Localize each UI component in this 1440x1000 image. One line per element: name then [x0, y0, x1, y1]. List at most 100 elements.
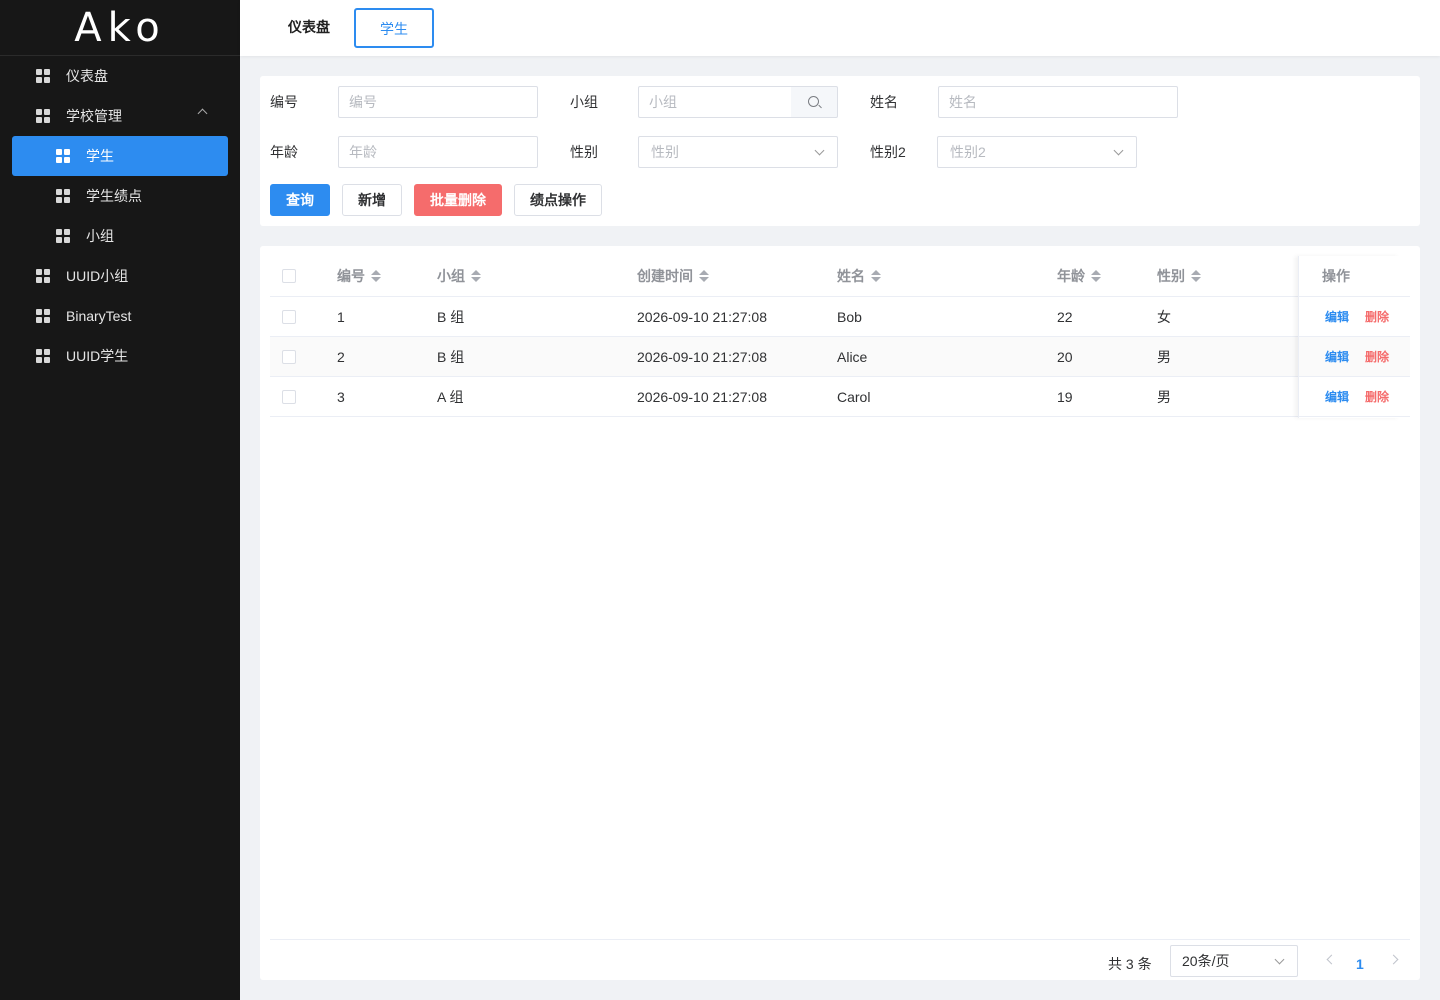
row-checkbox[interactable]	[282, 349, 296, 364]
chevron-up-icon	[197, 108, 208, 119]
sidebar-item-label: UUID学生	[66, 348, 129, 364]
gpa-operations-button[interactable]: 绩点操作	[514, 184, 602, 216]
cell-id: 3	[337, 388, 345, 405]
grid-icon	[36, 349, 50, 363]
cell-group: B 组	[437, 348, 465, 365]
fixed-actions-column	[1298, 256, 1400, 418]
sidebar-item-students[interactable]: 学生	[12, 136, 228, 176]
sort-icon[interactable]	[699, 270, 709, 282]
cell-created: 2026-09-10 21:27:08	[637, 348, 767, 365]
cell-gender: 男	[1157, 348, 1171, 365]
id-label: 编号	[270, 94, 298, 110]
group-label: 小组	[570, 94, 598, 110]
grid-icon	[56, 149, 70, 163]
sidebar-item-student-gpa[interactable]: 学生绩点	[0, 176, 240, 216]
table-panel: 编号 小组 创建时间 姓名 年龄 性别 操作 1 B 组 2026-09-10 …	[260, 246, 1420, 980]
row-checkbox[interactable]	[282, 389, 296, 404]
batch-delete-button[interactable]: 批量删除	[414, 184, 502, 216]
grid-icon	[36, 269, 50, 283]
chevron-down-icon	[814, 145, 825, 156]
group-search-button[interactable]	[791, 86, 838, 118]
prev-page-icon[interactable]	[1326, 954, 1337, 965]
page-size-value: 20条/页	[1182, 953, 1230, 969]
sidebar-item-uuid-students[interactable]: UUID学生	[0, 336, 240, 376]
grid-icon	[56, 189, 70, 203]
cell-name: Alice	[837, 348, 868, 365]
cell-group: A 组	[437, 388, 464, 405]
query-button[interactable]: 查询	[270, 184, 330, 216]
grid-icon	[36, 309, 50, 323]
group-input[interactable]	[638, 86, 792, 118]
cell-name: Bob	[837, 308, 862, 325]
cell-gender: 男	[1157, 388, 1171, 405]
gender2-label: 性别2	[870, 144, 906, 160]
sidebar-item-binary-test[interactable]: BinaryTest	[0, 296, 240, 336]
cell-name: Carol	[837, 388, 871, 405]
sidebar-item-label: BinaryTest	[66, 308, 132, 324]
row-checkbox[interactable]	[282, 309, 296, 324]
grid-icon	[36, 109, 50, 123]
grid-icon	[36, 69, 50, 83]
gender-label: 性别	[570, 144, 598, 160]
cell-gender: 女	[1157, 308, 1171, 325]
column-header-created: 创建时间	[637, 268, 693, 284]
sidebar-item-label: 学生绩点	[86, 188, 142, 204]
page-number-current[interactable]: 1	[1356, 948, 1364, 980]
sidebar-item-school-management[interactable]: 学校管理	[0, 96, 240, 136]
sidebar-item-label: 仪表盘	[66, 68, 108, 84]
sidebar-item-groups[interactable]: 小组	[0, 216, 240, 256]
table-header: 编号 小组 创建时间 姓名 年龄 性别 操作	[270, 256, 1410, 297]
chevron-down-icon	[1274, 954, 1285, 965]
table-row: 3 A 组 2026-09-10 21:27:08 Carol 19 男 编辑 …	[270, 377, 1410, 417]
tab-dashboard[interactable]: 仪表盘	[264, 8, 354, 48]
sidebar-item-label: 学校管理	[66, 108, 122, 124]
chevron-down-icon	[1113, 145, 1124, 156]
sidebar-item-label: 学生	[86, 148, 114, 164]
tab-bar: 仪表盘 学生	[240, 0, 1440, 56]
sort-icon[interactable]	[1091, 270, 1101, 282]
pagination-divider	[270, 939, 1410, 940]
page-size-select[interactable]: 20条/页	[1170, 945, 1298, 977]
sort-icon[interactable]	[1191, 270, 1201, 282]
next-page-icon[interactable]	[1388, 954, 1399, 965]
age-input[interactable]	[338, 136, 538, 168]
gender2-select[interactable]: 性别2	[937, 136, 1137, 168]
name-label: 姓名	[870, 94, 898, 110]
pagination-total: 共 3 条	[1108, 956, 1152, 972]
table-row: 1 B 组 2026-09-10 21:27:08 Bob 22 女 编辑 删除	[270, 297, 1410, 337]
cell-created: 2026-09-10 21:27:08	[637, 308, 767, 325]
column-header-group: 小组	[437, 268, 465, 284]
cell-age: 19	[1057, 388, 1073, 405]
app-logo[interactable]: Ako	[0, 0, 240, 56]
cell-age: 20	[1057, 348, 1073, 365]
sidebar-item-dashboard[interactable]: 仪表盘	[0, 56, 240, 96]
cell-created: 2026-09-10 21:27:08	[637, 388, 767, 405]
filter-panel: 编号 小组 姓名 年龄 性别 性别 性别2 性别2 查询 新增 批量删除 绩点操…	[260, 76, 1420, 226]
select-all-checkbox[interactable]	[282, 269, 296, 283]
add-button[interactable]: 新增	[342, 184, 402, 216]
sidebar-item-uuid-groups[interactable]: UUID小组	[0, 256, 240, 296]
sort-icon[interactable]	[371, 270, 381, 282]
cell-id: 1	[337, 308, 345, 325]
cell-id: 2	[337, 348, 345, 365]
grid-icon	[56, 229, 70, 243]
sort-icon[interactable]	[871, 270, 881, 282]
id-input[interactable]	[338, 86, 538, 118]
column-header-name: 姓名	[837, 268, 865, 284]
sort-icon[interactable]	[471, 270, 481, 282]
sidebar-item-label: 小组	[86, 228, 114, 244]
gender-select[interactable]: 性别	[638, 136, 838, 168]
sidebar-item-label: UUID小组	[66, 268, 129, 284]
gender2-select-placeholder: 性别2	[950, 144, 986, 160]
column-header-id: 编号	[337, 268, 365, 284]
cell-age: 22	[1057, 308, 1073, 325]
column-header-age: 年龄	[1057, 268, 1085, 284]
age-label: 年龄	[270, 144, 298, 160]
name-input[interactable]	[938, 86, 1178, 118]
cell-group: B 组	[437, 308, 465, 325]
gender-select-placeholder: 性别	[651, 144, 679, 160]
logo-text: Ako	[74, 4, 166, 51]
column-header-gender: 性别	[1157, 268, 1185, 284]
tab-students[interactable]: 学生	[354, 8, 434, 48]
sidebar: Ako 仪表盘 学校管理 学生 学生绩点 小组 UUID小组 BinaryTes…	[0, 0, 240, 1000]
